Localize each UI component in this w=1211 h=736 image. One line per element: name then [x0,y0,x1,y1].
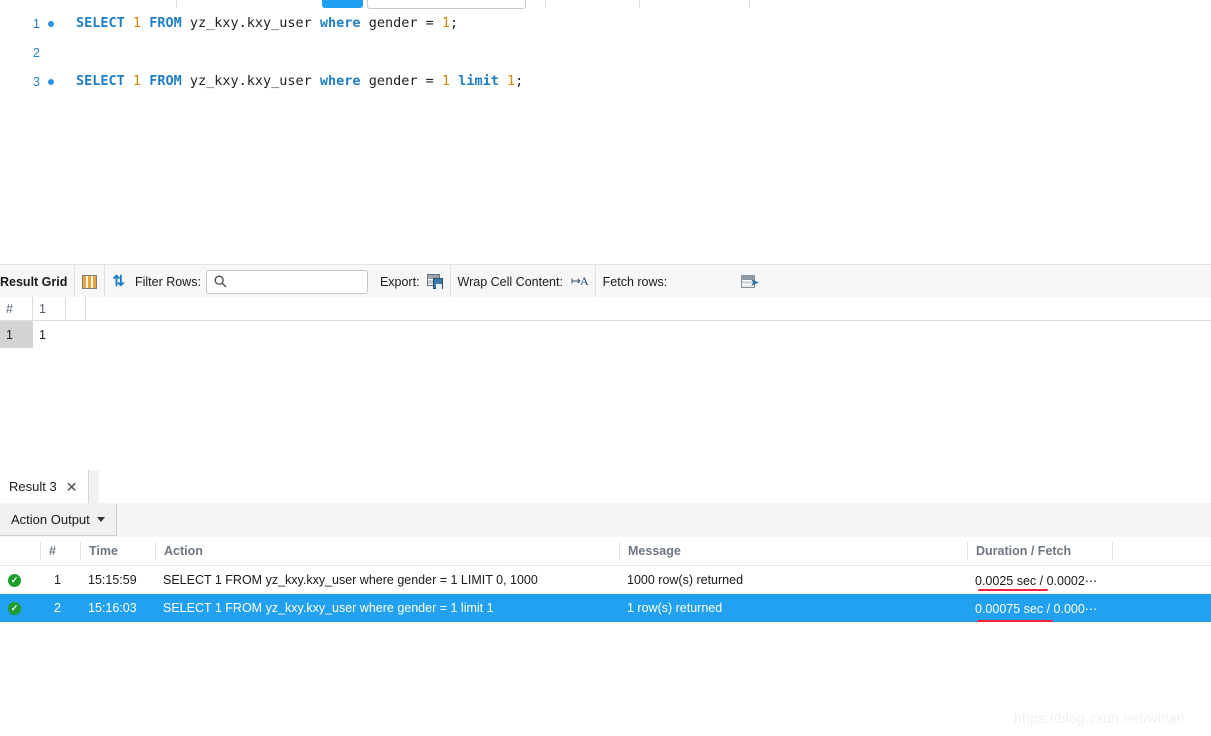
line-code: SELECT 1 FROM yz_kxy.kxy_user where gend… [76,73,524,89]
toolbar-separator [449,265,451,298]
annotation-underline [977,620,1053,622]
row-duration: 0.00075 sec / 0.000⋯ [975,601,1098,616]
statement-marker-icon[interactable] [48,79,54,85]
result-tab-label: Result 3 [9,479,57,494]
action-output-status-header [0,542,40,560]
sql-editor[interactable]: 1 SELECT 1 FROM yz_kxy.kxy_user where ge… [0,9,1211,249]
row-status: ✓ [0,601,40,615]
result-tab-bar-filler [99,470,1211,503]
action-output-bar: Action Output [0,504,1211,538]
grid-icon[interactable] [82,274,98,289]
result-grid-title: Result Grid [0,274,68,289]
action-output-column-filler [1112,542,1202,560]
action-output-label: Action Output [11,512,90,527]
action-output-column-header[interactable]: Message [619,542,967,560]
action-output-dropdown[interactable]: Action Output [0,504,117,536]
toolbar-separator [639,0,640,8]
check-circle-icon: ✓ [8,601,21,615]
row-duration: 0.0025 sec / 0.0002⋯ [975,573,1098,588]
result-grid-column-filler [66,297,86,320]
line-number: 1 [32,16,40,31]
toolbar-separator [74,265,76,298]
result-tab-bar: Result 3 ✕ [0,470,1211,505]
chevron-down-icon[interactable] [96,517,105,522]
result-grid-row-header[interactable]: 1 [0,321,33,348]
result-grid-column-header[interactable]: # [0,297,33,320]
watermark: https://blog.csdn.net/wltian [1014,710,1185,726]
top-toolbar-clipped [0,0,1211,9]
refresh-icon[interactable]: ⇅ [112,274,125,289]
row-number: 1 [54,573,61,587]
row-status: ✓ [0,573,40,587]
action-output-header-row: # Time Action Message Duration / Fetch [0,537,1211,566]
action-output-table[interactable]: # Time Action Message Duration / Fetch ✓… [0,537,1211,622]
result-grid-column-header[interactable]: 1 [33,297,66,320]
row-time: 15:16:03 [88,601,137,615]
result-grid-cell[interactable]: 1 [33,321,66,348]
annotation-underline [978,589,1048,591]
row-action: SELECT 1 FROM yz_kxy.kxy_user where gend… [163,573,538,587]
result-grid-toolbar: Result Grid ⇅ Filter Rows: Export: Wrap … [0,264,1211,299]
toolbar-separator [176,0,177,8]
editor-line[interactable]: 3 SELECT 1 FROM yz_kxy.kxy_user where ge… [0,67,1211,96]
toolbar-separator [749,0,750,8]
export-icon[interactable] [426,274,443,289]
line-number: 2 [32,45,40,60]
editor-line[interactable]: 1 SELECT 1 FROM yz_kxy.kxy_user where ge… [0,9,1211,38]
row-action: SELECT 1 FROM yz_kxy.kxy_user where gend… [163,601,494,615]
result-grid-header-row: # 1 [0,297,1211,321]
action-output-column-header[interactable]: Time [80,542,155,560]
editor-line[interactable]: 2 [0,38,1211,67]
line-number: 3 [32,74,40,89]
close-icon[interactable]: ✕ [66,480,78,494]
line-code: SELECT 1 FROM yz_kxy.kxy_user where gend… [76,15,459,31]
toolbar-separator [545,0,546,8]
check-circle-icon: ✓ [8,573,21,587]
action-output-column-header[interactable]: # [40,542,80,560]
fetch-rows-label: Fetch rows: [602,274,668,289]
row-time: 15:15:59 [88,573,137,587]
toolbar-text-input[interactable] [367,0,526,9]
toolbar-active-button[interactable] [322,0,363,8]
statement-marker-icon[interactable] [48,21,54,27]
fetch-rows-icon[interactable]: ➤ [741,274,759,289]
action-output-column-header[interactable]: Duration / Fetch [967,542,1112,560]
toolbar-separator [104,265,106,298]
table-row[interactable]: 1 1 [0,321,1211,348]
horizontal-scrollbar-track[interactable] [0,249,1211,506]
result-grid-table[interactable]: # 1 1 1 [0,297,1211,470]
row-message: 1 row(s) returned [627,601,723,615]
table-row[interactable]: ✓ 2 15:16:03 SELECT 1 FROM yz_kxy.kxy_us… [0,594,1211,622]
row-message: 1000 row(s) returned [627,573,744,587]
search-icon [214,275,227,287]
action-output-column-header[interactable]: Action [155,542,619,560]
toolbar-separator [594,265,596,298]
wrap-cell-content-label: Wrap Cell Content: [457,274,563,289]
filter-rows-input[interactable] [205,269,368,294]
tab-result-3[interactable]: Result 3 ✕ [0,470,90,503]
filter-rows-label: Filter Rows: [134,274,201,289]
row-number: 2 [54,601,61,615]
wrap-cell-icon[interactable]: ↦A [571,274,589,289]
export-label: Export: [379,274,420,289]
